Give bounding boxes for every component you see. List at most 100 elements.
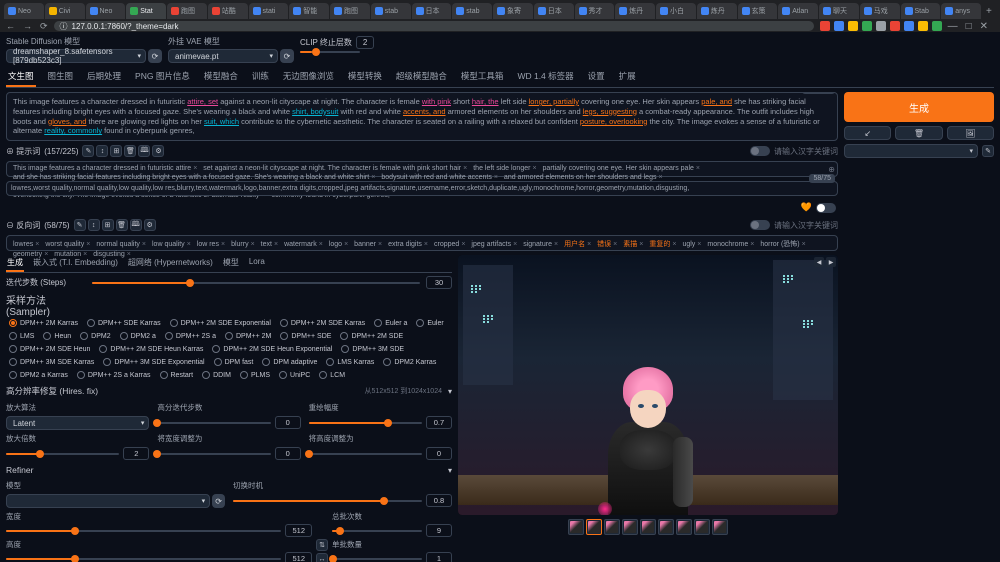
main-tab[interactable]: WD 1.4 标签器: [515, 67, 575, 87]
browser-tab[interactable]: 跑图: [330, 3, 370, 19]
action-extra-icon[interactable]: 🖼: [947, 126, 994, 140]
browser-tab[interactable]: Neo: [86, 3, 126, 19]
thumbnail[interactable]: [658, 519, 674, 535]
neg-tag[interactable]: 素描 ×: [621, 239, 645, 249]
prompt-tag[interactable]: partially covering one eye. Her skin app…: [541, 165, 702, 172]
sampler-option[interactable]: DPM++ 2M SDE Heun: [6, 344, 93, 354]
ntool-5-icon[interactable]: 🕮: [130, 219, 142, 231]
main-tab[interactable]: 图生图: [46, 67, 76, 87]
sampler-option[interactable]: DPM++ 2M SDE Heun Exponential: [209, 344, 335, 354]
browser-tab[interactable]: Neo: [4, 3, 44, 19]
clip-value[interactable]: 2: [356, 36, 374, 49]
thumbnail[interactable]: [712, 519, 728, 535]
refresh-vae-icon[interactable]: ⟳: [280, 49, 294, 63]
tag-remove-icon[interactable]: ×: [378, 241, 382, 248]
neg-tag[interactable]: low res ×: [195, 239, 227, 249]
neg-heart-toggle[interactable]: [816, 203, 836, 213]
main-tab[interactable]: 设置: [586, 67, 607, 87]
browser-tab[interactable]: 炼丹: [697, 3, 737, 19]
neg-placeholder[interactable]: 请输入汉字关键词: [774, 220, 838, 231]
neg-tag[interactable]: cropped ×: [432, 239, 467, 249]
sampler-option[interactable]: UniPC: [276, 370, 313, 380]
tool-4-icon[interactable]: 🗑: [124, 145, 136, 157]
extension-icon[interactable]: [904, 21, 914, 31]
main-tab[interactable]: 扩展: [617, 67, 638, 87]
preview-prev-icon[interactable]: ◀: [814, 257, 824, 267]
new-tab-icon[interactable]: +: [982, 6, 996, 17]
thumbnail[interactable]: [694, 519, 710, 535]
sampler-option[interactable]: DPM++ 2M SDE Exponential: [167, 318, 274, 328]
thumbnail[interactable]: [622, 519, 638, 535]
tag-remove-icon[interactable]: ×: [193, 165, 197, 172]
sampler-option[interactable]: DPM++ SDE Karras: [84, 318, 164, 328]
tag-remove-icon[interactable]: ×: [587, 241, 591, 248]
extension-icon[interactable]: [918, 21, 928, 31]
maximize-icon[interactable]: □: [966, 21, 972, 32]
prompt-toggle[interactable]: [750, 146, 770, 156]
prompt-tag[interactable]: and she has striking facial features inc…: [11, 174, 377, 181]
sampler-option[interactable]: DPM2 a Karras: [6, 370, 71, 380]
browser-tab[interactable]: stati: [249, 3, 289, 19]
sub-tab[interactable]: 生成: [6, 255, 24, 272]
sampler-option[interactable]: Restart: [157, 370, 197, 380]
steps-value[interactable]: 30: [426, 276, 452, 289]
neg-tag[interactable]: monochrome ×: [705, 239, 756, 249]
tag-remove-icon[interactable]: ×: [802, 241, 806, 248]
main-tab[interactable]: 训练: [250, 67, 271, 87]
neg-tag[interactable]: blurry ×: [229, 239, 257, 249]
refresh-refiner-icon[interactable]: ⟳: [212, 494, 225, 508]
tag-remove-icon[interactable]: ×: [424, 241, 428, 248]
sub-tab[interactable]: Lora: [248, 255, 266, 272]
tool-6-icon[interactable]: ⚙: [152, 145, 164, 157]
ntool-1-icon[interactable]: ✎: [74, 219, 86, 231]
tag-remove-icon[interactable]: ×: [371, 174, 375, 181]
browser-tab[interactable]: 日本: [534, 3, 574, 19]
main-tab[interactable]: 文生图: [6, 67, 36, 87]
neg-tag[interactable]: extra digits ×: [386, 239, 430, 249]
vae-select[interactable]: animevae.pt: [168, 49, 278, 63]
sampler-option[interactable]: LMS: [6, 331, 37, 341]
thumbnail[interactable]: [604, 519, 620, 535]
sampler-option[interactable]: DPM++ 2M SDE Karras: [277, 318, 368, 328]
resize-h-slider[interactable]: [309, 453, 422, 455]
browser-tab[interactable]: 玄策: [738, 3, 778, 19]
batch-count-slider[interactable]: [332, 530, 422, 532]
sampler-option[interactable]: DPM2 Karras: [380, 357, 439, 367]
dims-swap-icon[interactable]: ↔: [316, 553, 328, 562]
sampler-option[interactable]: DPM++ 2M SDE Heun Karras: [96, 344, 206, 354]
neg-prompt-textarea[interactable]: 58/75 lowres,worst quality,normal qualit…: [6, 181, 838, 196]
sampler-option[interactable]: Euler a: [371, 318, 410, 328]
tag-remove-icon[interactable]: ×: [187, 241, 191, 248]
neg-tag[interactable]: watermark ×: [282, 239, 325, 249]
tag-remove-icon[interactable]: ×: [274, 241, 278, 248]
neg-tag[interactable]: 错误 ×: [595, 239, 619, 249]
sampler-option[interactable]: Heun: [40, 331, 74, 341]
prompt-tag[interactable]: bodysuit with red and white accents ×: [379, 174, 500, 181]
extension-icon[interactable]: [834, 21, 844, 31]
tag-remove-icon[interactable]: ×: [613, 241, 617, 248]
hires-steps-slider[interactable]: [157, 422, 270, 424]
sampler-option[interactable]: DPM2: [77, 331, 113, 341]
add-tag-icon[interactable]: ⊕: [828, 165, 835, 174]
sampler-option[interactable]: LCM: [316, 370, 348, 380]
refiner-header[interactable]: Refiner▾: [6, 463, 452, 477]
prompt-tag[interactable]: This image features a character dressed …: [11, 165, 199, 172]
sub-tab[interactable]: 超网络 (Hypernetworks): [127, 255, 214, 272]
main-tab[interactable]: 超级模型融合: [394, 67, 449, 87]
main-tab[interactable]: PNG 图片信息: [133, 67, 192, 87]
browser-tab[interactable]: anys: [941, 3, 981, 19]
tag-remove-icon[interactable]: ×: [221, 241, 225, 248]
preview-next-icon[interactable]: ▶: [826, 257, 836, 267]
neg-tag[interactable]: 重复的 ×: [647, 239, 678, 249]
back-icon[interactable]: ←: [6, 21, 15, 32]
tag-remove-icon[interactable]: ×: [750, 241, 754, 248]
sampler-option[interactable]: PLMS: [237, 370, 273, 380]
ntool-2-icon[interactable]: ↕: [88, 219, 100, 231]
minimize-icon[interactable]: —: [948, 21, 958, 32]
main-tab[interactable]: 模型转换: [346, 67, 384, 87]
tag-remove-icon[interactable]: ×: [35, 241, 39, 248]
extension-icon[interactable]: [820, 21, 830, 31]
tag-remove-icon[interactable]: ×: [86, 241, 90, 248]
sampler-option[interactable]: DPM++ 2M: [222, 331, 274, 341]
neg-toggle[interactable]: [750, 220, 770, 230]
